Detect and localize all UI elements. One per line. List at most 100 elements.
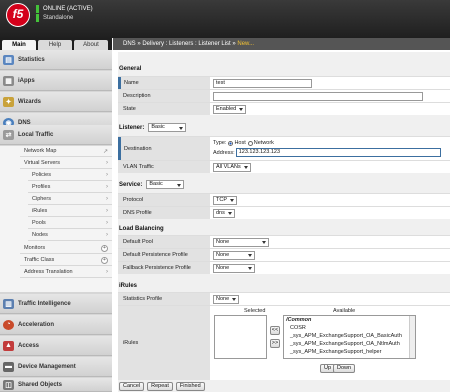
selected-irules-list[interactable] xyxy=(214,315,267,359)
device-status: ONLINE (ACTIVE) Standalone xyxy=(36,4,93,22)
tab-help[interactable]: Help xyxy=(38,40,72,50)
nav-traffic-class[interactable]: Traffic Class + xyxy=(20,255,112,266)
state-select[interactable]: Enabled xyxy=(213,104,247,114)
irules-label: iRules xyxy=(118,306,210,380)
nav-nodes[interactable]: Nodes › xyxy=(28,230,112,241)
nav-monitors[interactable]: Monitors + xyxy=(20,243,112,254)
available-irules-list[interactable]: /Common COSR _sys_APM_ExchangeSupport_OA… xyxy=(283,315,416,359)
section-listener-title: Listener: xyxy=(119,124,145,131)
nav-ciphers[interactable]: Ciphers › xyxy=(28,194,112,205)
list-item[interactable]: _sys_APM_ExchangeSupport_helper xyxy=(284,348,415,356)
chevron-right-icon: › xyxy=(106,208,108,214)
local-traffic-icon: ⇄ xyxy=(3,129,14,140)
nav-local-traffic-label: Local Traffic xyxy=(18,131,54,138)
list-scrollbar[interactable] xyxy=(409,316,415,358)
repeat-button[interactable]: Repeat xyxy=(147,382,173,391)
section-irules-title: iRules xyxy=(119,283,138,289)
main-panel: DNS » Delivery : Listeners : Listener Li… xyxy=(113,38,450,392)
nav-traffic-intelligence[interactable]: ▥ Traffic Intelligence xyxy=(0,294,112,314)
nav-statistics[interactable]: ▤ Statistics xyxy=(0,50,112,70)
nav-shared-objects-label: Shared Objects xyxy=(18,381,63,388)
protocol-select[interactable]: TCP xyxy=(213,195,237,205)
network-radio[interactable] xyxy=(247,140,253,146)
selected-header: Selected xyxy=(244,308,266,314)
available-header: Available xyxy=(333,308,356,314)
dns-profile-label: DNS Profile xyxy=(118,207,210,219)
name-input[interactable]: test xyxy=(213,78,312,88)
network-radio-label: Network xyxy=(253,140,274,146)
form-actions: Cancel Repeat Finished xyxy=(119,382,205,391)
description-input[interactable] xyxy=(213,91,423,101)
breadcrumb: DNS » Delivery : Listeners : Listener Li… xyxy=(113,38,450,50)
shared-objects-icon: ◫ xyxy=(3,379,14,390)
add-icon[interactable]: + xyxy=(101,244,108,252)
nav-device-management-label: Device Management xyxy=(18,363,76,370)
host-radio-label: Host xyxy=(234,140,246,146)
breadcrumb-current: New... xyxy=(237,41,255,47)
nav-iapps[interactable]: ▦ iApps xyxy=(0,71,112,91)
nav-local-traffic[interactable]: ⇄ Local Traffic xyxy=(0,125,112,145)
left-tabs: Main Help About xyxy=(0,38,112,50)
fallback-persistence-select[interactable]: None xyxy=(213,263,255,273)
popout-icon: ↗ xyxy=(102,148,108,155)
dns-profile-select[interactable]: dns xyxy=(213,208,235,218)
nav-device-management[interactable]: ▬ Device Management xyxy=(0,357,112,377)
tab-about[interactable]: About xyxy=(74,40,108,50)
list-item[interactable]: _sys_APM_ExchangeSupport_OA_NtlmAuth xyxy=(284,340,415,348)
address-input[interactable]: 123.123.123.123 xyxy=(235,148,441,157)
nav-statistics-label: Statistics xyxy=(18,56,45,63)
host-radio[interactable] xyxy=(228,140,234,146)
nav-profiles[interactable]: Profiles › xyxy=(28,182,112,193)
nav-access-label: Access xyxy=(18,342,40,349)
default-persistence-select[interactable]: None xyxy=(213,250,255,260)
list-item[interactable]: _sys_APM_ExchangeSupport_OA_BasicAuth xyxy=(284,332,415,340)
traffic-intelligence-icon: ▥ xyxy=(3,298,14,309)
row-fallback-persistence: Fallback Persistence Profile None xyxy=(118,261,450,274)
nav-irules[interactable]: iRules › xyxy=(28,206,112,217)
service-config-select[interactable]: Basic xyxy=(146,180,185,189)
move-left-button[interactable]: << xyxy=(270,326,280,335)
listener-config-select[interactable]: Basic xyxy=(148,123,187,132)
row-irules: iRules Selected Available << >> /Common … xyxy=(118,305,450,380)
default-pool-select[interactable]: None xyxy=(213,237,269,247)
wizard-icon: ✦ xyxy=(3,96,14,107)
access-icon: ▲ xyxy=(3,340,14,351)
status-indicator-icon xyxy=(36,4,39,13)
row-default-pool: Default Pool None xyxy=(118,235,450,248)
chevron-right-icon: › xyxy=(106,269,108,275)
nav-network-map[interactable]: Network Map ↗ xyxy=(20,146,112,157)
nav-policies[interactable]: Policies › xyxy=(28,170,112,181)
type-label: Type: xyxy=(213,140,227,146)
nav-access[interactable]: ▲ Access xyxy=(0,336,112,356)
row-destination: Destination Type: Host Network Address: … xyxy=(118,136,450,160)
move-right-button[interactable]: >> xyxy=(270,339,280,348)
tab-main[interactable]: Main xyxy=(2,40,36,50)
cancel-button[interactable]: Cancel xyxy=(119,382,145,391)
device-icon: ▬ xyxy=(3,361,14,372)
statistics-profile-select[interactable]: None xyxy=(213,294,239,304)
nav-pools[interactable]: Pools › xyxy=(28,218,112,229)
chevron-right-icon: › xyxy=(106,196,108,202)
nav-shared-objects[interactable]: ◫ Shared Objects xyxy=(0,378,112,392)
down-button[interactable]: Down xyxy=(333,364,356,373)
mode-indicator-icon xyxy=(36,13,39,22)
row-state: State Enabled xyxy=(118,102,450,115)
nav-acceleration[interactable]: ◔ Acceleration xyxy=(0,315,112,335)
nav-traffic-intelligence-label: Traffic Intelligence xyxy=(18,300,71,307)
finished-button[interactable]: Finished xyxy=(175,382,205,391)
nav-virtual-servers[interactable]: Virtual Servers › xyxy=(20,158,112,169)
vlan-select[interactable]: All VLANs xyxy=(213,162,251,172)
row-protocol: Protocol TCP xyxy=(118,193,450,206)
description-label: Description xyxy=(118,90,210,102)
nav-address-translation[interactable]: Address Translation › xyxy=(20,267,112,278)
statistics-profile-label: Statistics Profile xyxy=(118,293,210,305)
nav-iapps-label: iApps xyxy=(18,77,35,84)
name-label: Name xyxy=(118,77,210,89)
nav-wizards[interactable]: ✦ Wizards xyxy=(0,92,112,112)
nav-acceleration-label: Acceleration xyxy=(18,321,55,328)
list-item[interactable]: COSR xyxy=(284,324,415,332)
nav-wizards-label: Wizards xyxy=(18,98,41,105)
header-bar: f5 ONLINE (ACTIVE) Standalone xyxy=(0,0,450,38)
fallback-persistence-label: Fallback Persistence Profile xyxy=(118,262,210,274)
add-icon[interactable]: + xyxy=(101,256,108,264)
